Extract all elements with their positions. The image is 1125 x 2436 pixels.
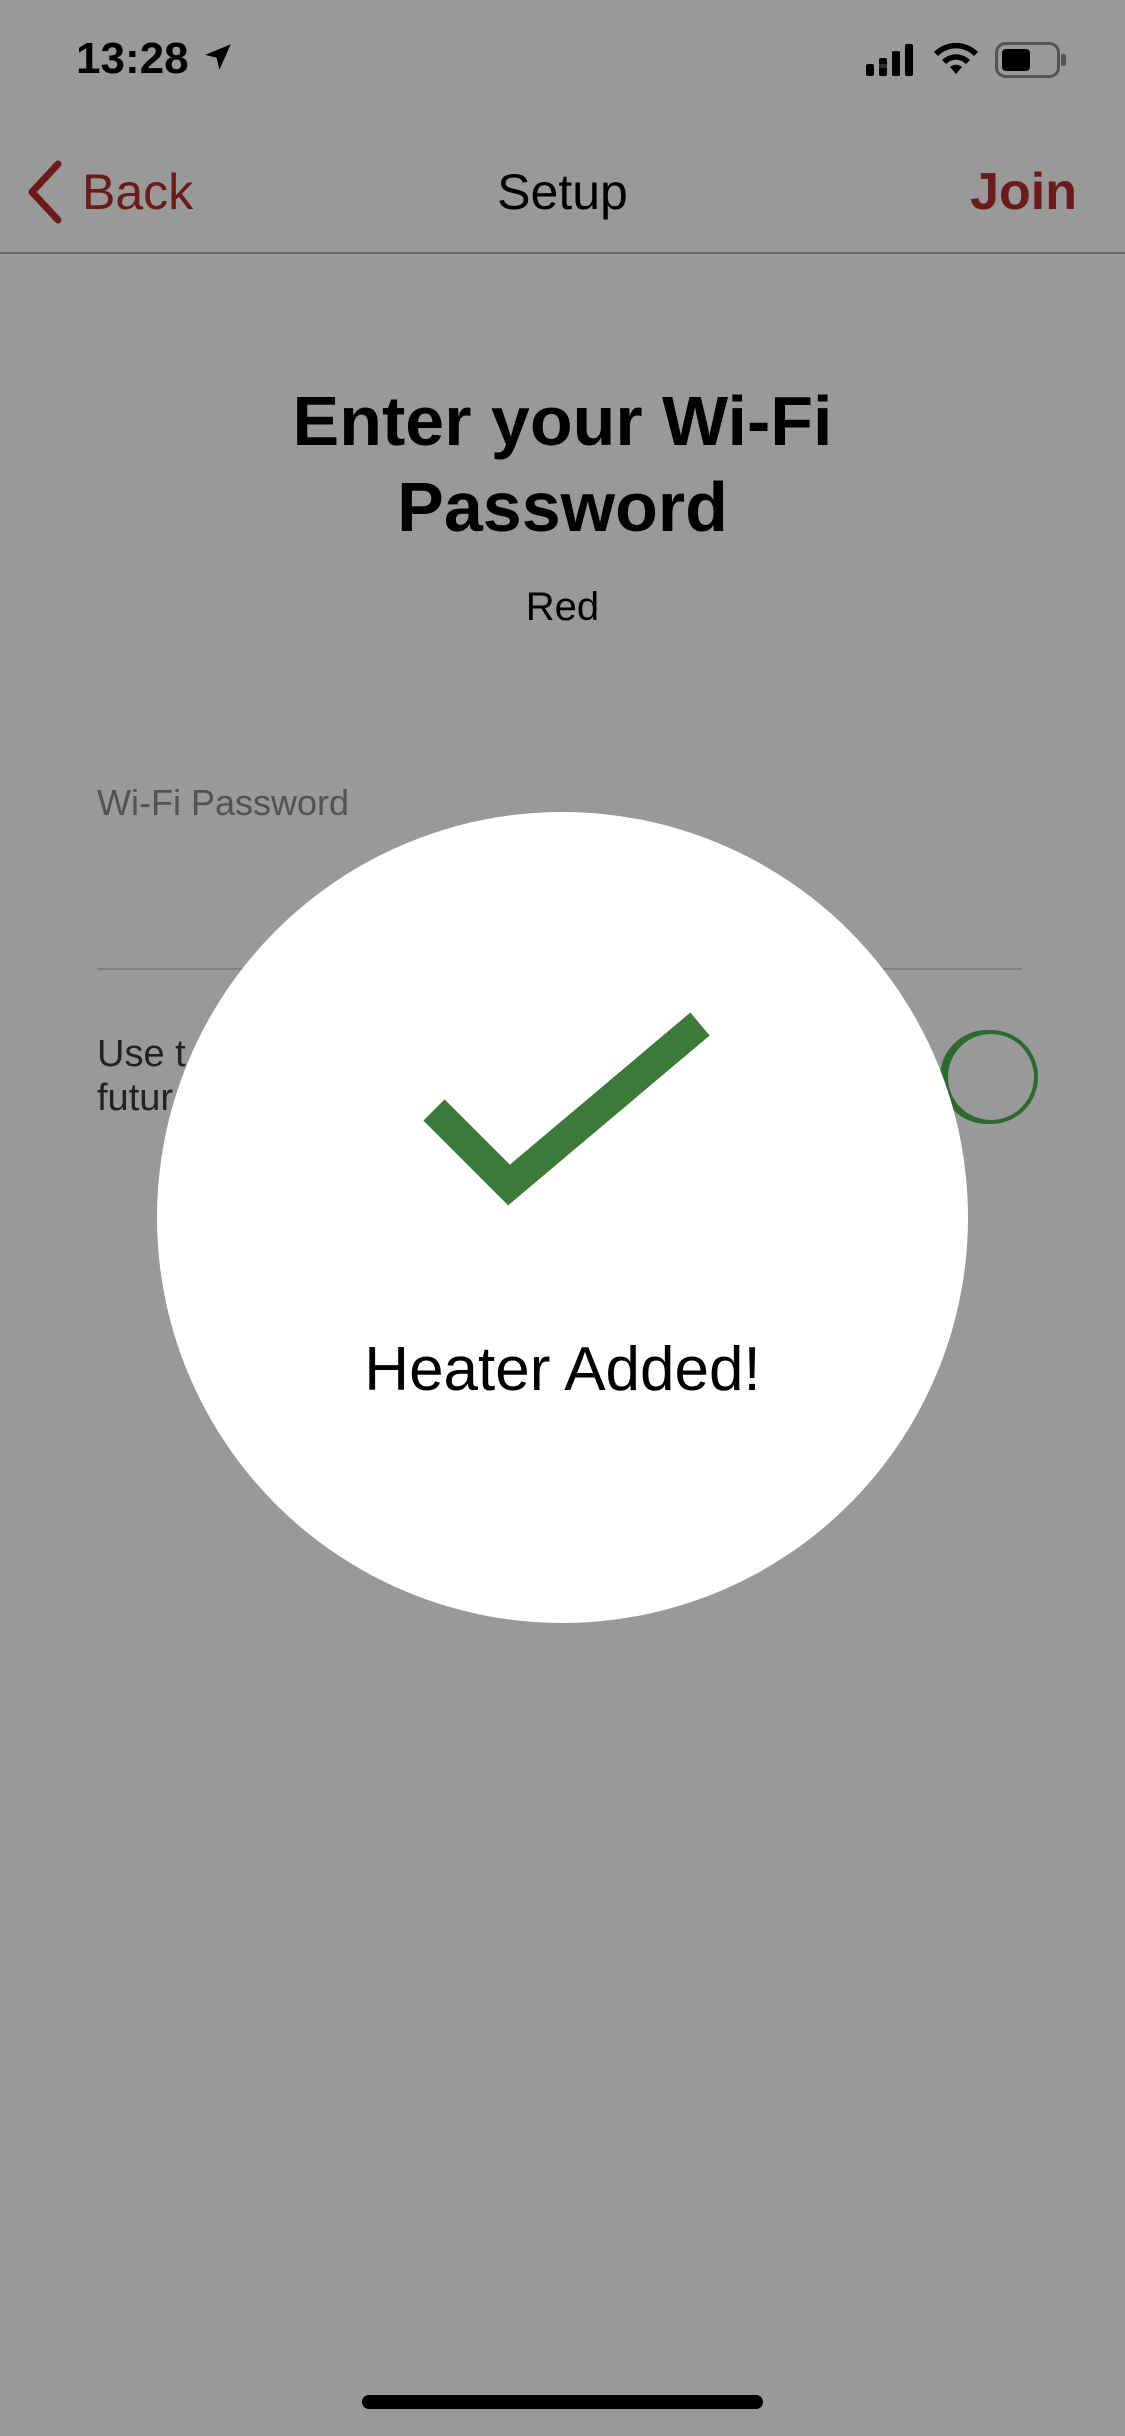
success-message: Heater Added! [364, 1335, 761, 1404]
checkmark-icon [423, 1012, 710, 1206]
success-modal: Heater Added! [157, 812, 968, 1623]
setup-screen: 13:28 Back Setup Join Enter your Wi-Fi P… [0, 0, 1125, 2436]
home-indicator[interactable] [362, 2395, 763, 2409]
